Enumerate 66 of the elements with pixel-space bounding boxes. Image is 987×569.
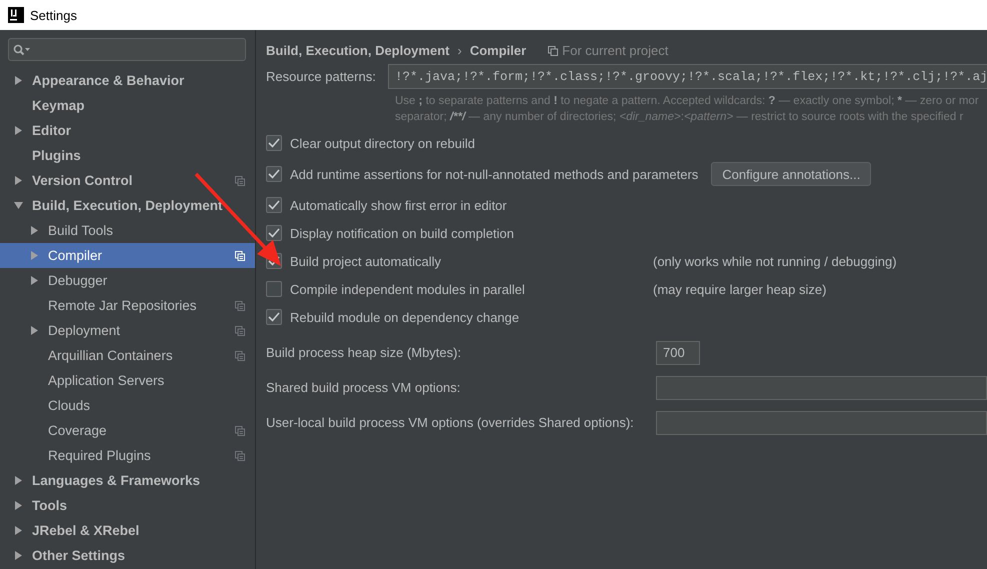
checkbox-label[interactable]: Automatically show first error in editor: [290, 198, 507, 212]
collapsed-arrow-icon[interactable]: [30, 326, 39, 335]
tree-item[interactable]: Arquillian Containers: [0, 343, 255, 368]
tree-item[interactable]: Clouds: [0, 393, 255, 418]
field-label: User-local build process VM options (overrides Shared options):: [266, 415, 635, 430]
option-note: (only works while not running / debugging): [653, 254, 897, 268]
expanded-arrow-icon[interactable]: [14, 201, 23, 210]
tree-item[interactable]: JRebel & XRebel: [0, 518, 255, 543]
checkbox-label[interactable]: Rebuild module on dependency change: [290, 310, 520, 324]
breadcrumb-current: Compiler: [470, 43, 526, 58]
checkbox-label[interactable]: Display notification on build completion: [290, 226, 514, 240]
collapsed-arrow-icon[interactable]: [30, 226, 39, 235]
tree-item[interactable]: Compiler: [0, 243, 255, 268]
checkbox-label[interactable]: Compile independent modules in parallel: [290, 282, 525, 296]
checkbox[interactable]: [266, 281, 282, 297]
field-label: Build process heap size (Mbytes):: [266, 345, 462, 360]
collapsed-arrow-icon[interactable]: [14, 126, 23, 135]
search-icon: [13, 44, 31, 56]
collapsed-arrow-icon[interactable]: [14, 76, 23, 85]
configure-annotations-button[interactable]: Configure annotations...: [711, 162, 872, 186]
scope-note: For current project: [562, 43, 668, 58]
app-logo-icon: [8, 7, 24, 23]
tree-item[interactable]: Plugins: [0, 143, 255, 168]
window-title: Settings: [30, 8, 77, 22]
tree-item[interactable]: Version Control: [0, 168, 255, 193]
tree-item[interactable]: Tools: [0, 493, 255, 518]
vm-options-field[interactable]: [656, 410, 987, 434]
tree-item[interactable]: Appearance & Behavior: [0, 68, 255, 93]
tree-item[interactable]: Build, Execution, Deployment: [0, 193, 255, 218]
resource-patterns-field[interactable]: !?*.java;!?*.form;!?*.class;!?*.groovy;!?*.scala;!?*.flex;!?*.kt;!?*.clj;!?*.aj: [388, 64, 987, 89]
hint-text: Use ; to separate patterns and ! to negate a pattern. Accepted wildcards: ? — exactly one symbol; * — zero or mor: [395, 94, 980, 109]
heap-size-field[interactable]: 700: [656, 340, 700, 364]
hint-text: separator; /**/ — any number of directories; <dir_name>:<pattern> — restrict to source roots with the specified r: [395, 110, 964, 125]
checkbox[interactable]: [266, 135, 282, 151]
collapsed-arrow-icon[interactable]: [14, 501, 23, 510]
collapsed-arrow-icon[interactable]: [14, 476, 23, 485]
collapsed-arrow-icon[interactable]: [14, 526, 23, 535]
collapsed-arrow-icon[interactable]: [14, 551, 23, 560]
breadcrumb-parent[interactable]: Build, Execution, Deployment: [266, 43, 450, 58]
tree-item[interactable]: Keymap: [0, 93, 255, 118]
vm-options-field[interactable]: [656, 376, 987, 400]
tree-item[interactable]: Other Settings: [0, 543, 255, 568]
checkbox[interactable]: [266, 309, 282, 325]
checkbox-label[interactable]: Build project automatically: [290, 254, 442, 268]
field-label: Shared build process VM options:: [266, 380, 462, 395]
collapsed-arrow-icon[interactable]: [14, 176, 23, 185]
checkbox-label[interactable]: Add runtime assertions for not-null-annotated methods and parameters: [290, 166, 698, 182]
checkbox[interactable]: [266, 197, 282, 213]
tree-item[interactable]: Languages & Frameworks: [0, 468, 255, 493]
breadcrumb-separator: ›: [457, 43, 462, 58]
project-scope-icon: [548, 46, 558, 56]
collapsed-arrow-icon[interactable]: [30, 276, 39, 285]
field-label: Resource patterns:: [266, 69, 377, 84]
tree-item[interactable]: Editor: [0, 118, 255, 143]
option-note: (may require larger heap size): [653, 282, 826, 296]
tree-item[interactable]: Coverage: [0, 418, 255, 443]
checkbox[interactable]: [266, 225, 282, 241]
tree-item[interactable]: Remote Jar Repositories: [0, 293, 255, 318]
tree-item[interactable]: Required Plugins: [0, 443, 255, 468]
tree-item[interactable]: Debugger: [0, 268, 255, 293]
tree-item[interactable]: Deployment: [0, 318, 255, 343]
tree-item[interactable]: Build Tools: [0, 218, 255, 243]
search-field[interactable]: [8, 38, 246, 61]
tree-item[interactable]: Application Servers: [0, 368, 255, 393]
checkbox[interactable]: [266, 166, 282, 182]
checkbox-label[interactable]: Clear output directory on rebuild: [290, 136, 475, 150]
